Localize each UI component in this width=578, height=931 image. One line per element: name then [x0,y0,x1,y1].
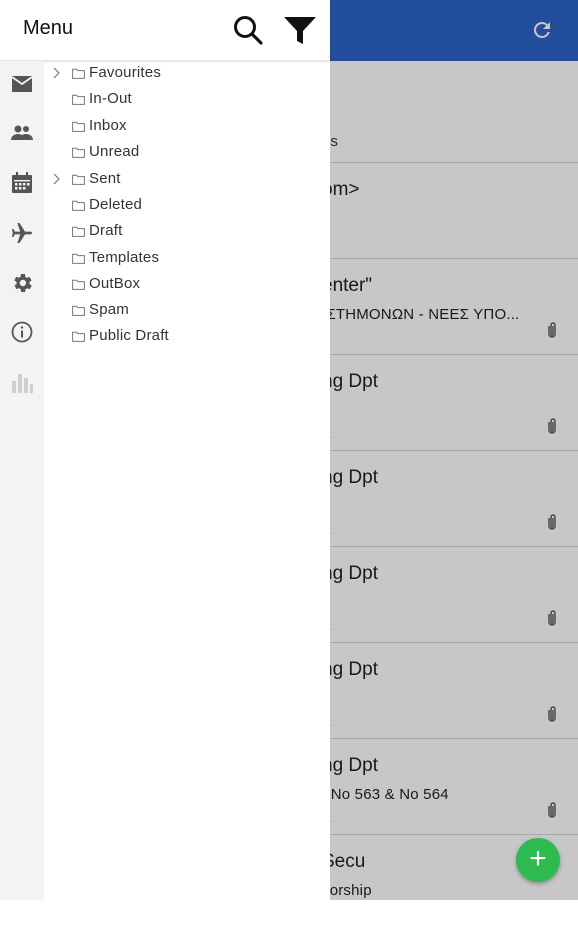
folder-label: Draft [89,222,123,239]
folder-label: Deleted [89,196,143,213]
folder-icon [72,279,85,290]
folder-icon [72,226,85,237]
filter-icon[interactable] [283,15,317,47]
search-icon[interactable] [232,14,264,46]
calendar-icon[interactable] [10,171,34,195]
folder-item-inbox[interactable]: Inbox [44,117,324,139]
chevron-right-icon[interactable] [52,173,60,185]
folder-label: Favourites [89,64,162,81]
mail-icon[interactable] [10,72,34,96]
folder-label: Inbox [89,117,127,134]
folder-label: Templates [89,249,160,266]
info-icon[interactable] [10,320,34,344]
folder-item-public-draft[interactable]: Public Draft [44,327,324,349]
folder-icon [72,121,85,132]
folder-item-unread[interactable]: Unread [44,143,324,165]
folder-item-outbox[interactable]: OutBox [44,275,324,297]
folder-icon [72,68,85,79]
folder-label: OutBox [89,275,141,292]
stats-icon[interactable] [10,371,34,395]
folder-icon [72,253,85,264]
folder-item-draft[interactable]: Draft [44,222,324,244]
folder-icon [72,147,85,158]
airplane-icon[interactable] [10,221,34,245]
folder-item-favourites[interactable]: Favourites [44,64,324,86]
folder-label: Spam [89,301,129,318]
folder-icon [72,94,85,105]
navigation-drawer: Menu Favourites In-Out Inbox Unread Sent… [0,0,330,900]
folder-item-sent[interactable]: Sent [44,170,324,192]
settings-icon[interactable] [10,271,34,295]
folder-label: Sent [89,170,121,187]
folder-label: Unread [89,143,140,160]
folder-item-spam[interactable]: Spam [44,301,324,323]
folder-icon [72,200,85,211]
contacts-icon[interactable] [10,121,34,145]
side-rail [0,61,44,900]
folder-item-in-out[interactable]: In-Out [44,90,324,112]
folder-item-deleted[interactable]: Deleted [44,196,324,218]
menu-title: Menu [23,17,74,39]
chevron-right-icon[interactable] [52,67,60,79]
folder-label: Public Draft [89,327,169,344]
folder-item-templates[interactable]: Templates [44,249,324,271]
folder-icon [72,331,85,342]
folder-icon [72,174,85,185]
compose-fab-button[interactable]: + [516,838,560,882]
folder-label: In-Out [89,90,132,107]
drawer-header: Menu [0,0,330,61]
folder-icon [72,305,85,316]
